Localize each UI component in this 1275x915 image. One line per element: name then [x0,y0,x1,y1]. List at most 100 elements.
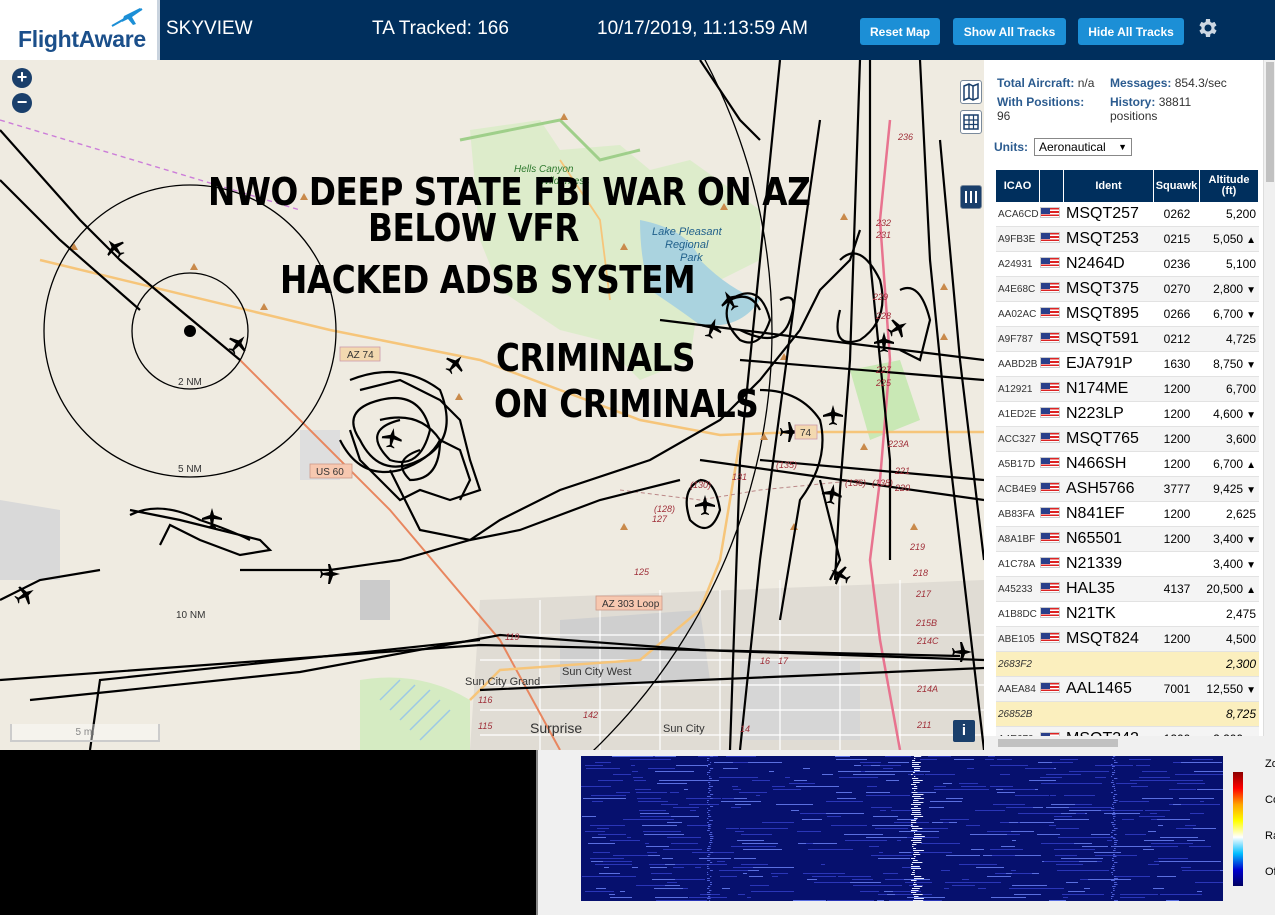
us-flag-icon [1040,582,1060,593]
route-number: 127 [652,514,668,524]
table-row[interactable]: A24931 N2464D 0236 5,100 [996,252,1259,277]
range-label-10nm: 10 NM [176,610,205,621]
table-row[interactable]: A8A1BF N65501 1200 3,400 ▼ [996,527,1259,552]
cell-icao: A24931 [998,258,1033,270]
table-row[interactable]: A4E68C MSQT375 0270 2,800 ▼ [996,277,1259,302]
cell-ident: MSQT895 [1066,305,1139,322]
us-flag-icon [1040,432,1060,443]
col-squawk[interactable]: Squawk [1154,170,1200,202]
altitude-value: 5,100 [1225,257,1256,271]
zoom-out-button[interactable]: − [12,93,32,113]
cell-altitude: 3,600 [1200,432,1259,446]
us-flag-icon [1040,332,1060,343]
route-number: 142 [583,710,598,720]
route-number: (135) [776,460,797,470]
table-row[interactable]: A1C78A N21339 3,400 ▼ [996,552,1259,577]
table-row[interactable]: AABD2B EJA791P 1630 8,750 ▼ [996,352,1259,377]
cell-altitude: 3,400 ▼ [1200,532,1259,546]
cell-squawk: 7001 [1163,682,1191,696]
table-row[interactable]: AAEA84 AAL1465 7001 12,550 ▼ [996,677,1259,702]
us-flag-icon [1040,607,1060,618]
table-row[interactable]: A45233 HAL35 4137 20,500 ▲ [996,577,1259,602]
contrast-label: Con [1265,794,1275,806]
place-label: Surprise [530,720,582,736]
table-row[interactable]: ABE105 MSQT824 1200 4,500 [996,627,1259,652]
column-icon[interactable] [960,185,982,209]
sidebar-vertical-scrollbar[interactable] [1263,60,1275,736]
datetime: 10/17/2019, 11:13:59 AM [597,18,808,39]
descend-arrow-icon: ▼ [1246,410,1256,421]
place-label: Regional [665,239,709,251]
hide-all-tracks-button[interactable]: Hide All Tracks [1078,18,1184,45]
color-scale-bar [1233,772,1243,886]
col-icao[interactable]: ICAO [996,170,1040,202]
map-view[interactable]: 2 NM 5 NM 10 NM Hells Canyon Wilderness … [0,60,984,750]
cell-ident: MSQT375 [1066,280,1139,297]
table-row[interactable]: ACB4E9 ASH5766 3777 9,425 ▼ [996,477,1259,502]
table-row[interactable]: A9F787 MSQT591 0212 4,725 [996,327,1259,352]
table-row[interactable]: A9FB3E MSQT253 0215 5,050 ▲ [996,227,1259,252]
table-row[interactable]: ACA6CD MSQT257 0262 5,200 [996,202,1259,227]
sidebar-horizontal-scrollbar[interactable] [984,736,1275,750]
cell-flag [1040,480,1064,498]
cell-squawk: 0262 [1163,207,1191,221]
overlay-text-line: ON CRIMINALS [494,382,759,426]
cell-icao: AAEA84 [998,683,1036,695]
cell-altitude: 3,400 ▼ [1200,557,1259,571]
cell-squawk: 1200 [1163,407,1191,421]
route-number: 119 [505,632,519,642]
route-number: 218 [912,568,928,578]
cell-altitude: 2,625 [1200,507,1259,521]
cell-icao: A45233 [998,583,1033,595]
us-flag-icon [1040,632,1060,643]
col-ident[interactable]: Ident [1064,170,1154,202]
info-button[interactable]: i [953,720,975,742]
total-aircraft-stat: Total Aircraft: n/a [997,76,1094,90]
table-row[interactable]: A1ED2E N223LP 1200 4,600 ▼ [996,402,1259,427]
route-number: 220 [894,483,910,493]
cell-ident: AAL1465 [1066,680,1132,697]
cell-altitude: 8,750 ▼ [1200,357,1259,371]
cell-icao: A9FB3E [998,233,1036,245]
altitude-value: 6,700 [1213,457,1244,471]
table-row[interactable]: AB83FA N841EF 1200 2,625 [996,502,1259,527]
us-flag-icon [1040,307,1060,318]
grid-icon[interactable] [960,110,982,134]
zoom-in-button[interactable]: + [12,68,32,88]
table-row[interactable]: A1B8DC N21TK 2,475 [996,602,1259,627]
table-row[interactable]: 26852B 8,725 [996,702,1259,727]
range-label-2nm: 2 NM [178,377,202,388]
scroll-thumb[interactable] [998,739,1118,747]
table-row[interactable]: A12921 N174ME 1200 6,700 [996,377,1259,402]
cell-icao: A9F787 [998,333,1034,345]
table-row[interactable]: A5B17D N466SH 1200 6,700 ▲ [996,452,1259,477]
range-label-5nm: 5 NM [178,464,202,475]
table-row[interactable]: 2683F2 2,300 [996,652,1259,677]
cell-ident: N21339 [1066,555,1123,572]
reset-map-button[interactable]: Reset Map [860,18,940,45]
route-number: 217 [915,589,932,599]
cell-altitude: 4,600 ▼ [1200,407,1259,421]
cell-icao: AA02AC [998,308,1037,320]
map-canvas[interactable]: 2 NM 5 NM 10 NM Hells Canyon Wilderness … [0,60,984,750]
col-altitude[interactable]: Altitude (ft) [1200,170,1259,202]
descend-arrow-icon: ▼ [1246,560,1256,571]
altitude-value: 9,425 [1213,482,1244,496]
table-row[interactable]: AA02AC MSQT895 0266 6,700 ▼ [996,302,1259,327]
scroll-thumb[interactable] [1266,62,1274,182]
road-label-az303: AZ 303 Loop [602,599,660,610]
place-label: Sun City [663,723,705,735]
flightaware-logo[interactable]: FlightAware [0,0,160,60]
table-row[interactable]: ACC327 MSQT765 1200 3,600 [996,427,1259,452]
show-all-tracks-button[interactable]: Show All Tracks [953,18,1066,45]
route-number: 214C [916,636,939,646]
col-flag[interactable] [1040,170,1064,202]
gear-icon[interactable] [1195,16,1219,40]
waterfall-display [581,756,1223,901]
route-number: 17 [778,656,789,666]
cell-icao: AB83FA [998,508,1035,520]
units-select[interactable]: Aeronautical ▼ [1034,138,1132,156]
cell-icao: A5B17D [998,458,1036,470]
us-flag-icon [1040,207,1060,218]
map-layers-icon[interactable] [960,80,982,104]
